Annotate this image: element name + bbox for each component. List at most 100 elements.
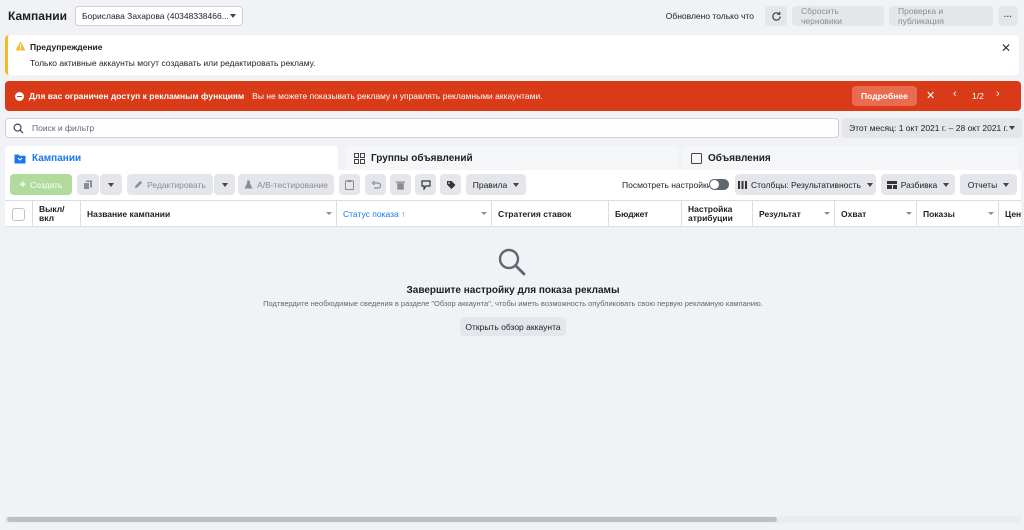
select-all-checkbox[interactable] — [12, 207, 25, 221]
open-account-overview-button[interactable]: Открыть обзор аккаунта — [460, 317, 566, 336]
search-bar — [5, 118, 839, 138]
clipboard-button[interactable] — [339, 174, 360, 195]
tab-ads[interactable]: Объявления — [682, 146, 1019, 170]
page-title: Кампании — [8, 9, 67, 23]
search-input[interactable] — [32, 123, 732, 133]
warning-banner: Предупреждение Только активные аккаунты … — [5, 35, 1019, 75]
review-publish-button[interactable]: Проверка и публикация — [889, 6, 993, 26]
chevron-down-icon — [221, 182, 228, 187]
breakdown-icon — [886, 180, 897, 189]
clipboard-icon — [345, 179, 354, 190]
close-icon[interactable]: ✕ — [926, 89, 935, 102]
column-header-campaign-name[interactable]: Название кампании — [81, 201, 337, 226]
ab-test-button[interactable]: A/B-тестирование — [238, 174, 334, 195]
column-header-toggle[interactable]: Выкл/ вкл — [33, 201, 81, 226]
column-label: Статус показа ↑ — [343, 208, 406, 219]
column-header-results[interactable]: Результат — [753, 201, 835, 226]
tag-button[interactable] — [440, 174, 461, 195]
columns-label: Столбцы: Результативность — [751, 179, 861, 190]
ad-icon — [691, 152, 702, 164]
column-header-attribution[interactable]: Настройка атрибуции — [682, 201, 753, 226]
tab-campaigns[interactable]: Кампании — [5, 146, 338, 170]
tab-label: Группы объявлений — [371, 152, 473, 164]
chevron-right-icon[interactable]: › — [996, 88, 1000, 100]
chevron-down-icon — [108, 182, 114, 187]
error-banner: Для вас ограничен доступ к рекламным фун… — [5, 81, 1021, 111]
tab-label: Кампании — [32, 152, 82, 164]
empty-heading: Завершите настройку для показа рекламы — [406, 285, 620, 296]
column-label: Результат — [759, 208, 801, 219]
updated-status: Обновлено только что — [665, 11, 754, 21]
account-name: Борислава Захарова (40348338466... — [81, 11, 229, 21]
error-title: Для вас ограничен доступ к рекламным фун… — [29, 91, 245, 101]
error-text: Вы не можете показывать рекламу и управл… — [252, 91, 543, 101]
chevron-down-icon — [1003, 182, 1010, 187]
banner-pager: 1/2 — [972, 91, 984, 101]
tab-ad-sets[interactable]: Группы объявлений — [345, 146, 679, 170]
scrollbar-thumb[interactable] — [7, 517, 777, 522]
undo-button[interactable] — [365, 174, 386, 195]
account-selector[interactable]: Борислава Захарова (40348338466... — [74, 6, 243, 26]
duplicate-button[interactable] — [77, 174, 99, 195]
chevron-down-icon — [513, 182, 520, 187]
edit-button[interactable]: Редактировать — [127, 174, 213, 195]
discard-drafts-button[interactable]: Сбросить черновики — [792, 6, 884, 26]
chevron-left-icon[interactable]: ‹ — [953, 88, 957, 100]
duplicate-dropdown[interactable] — [100, 174, 122, 195]
blocked-icon — [15, 91, 24, 101]
sort-icon — [481, 212, 487, 215]
column-label: Охват — [841, 208, 867, 219]
sort-icon — [326, 212, 332, 215]
pencil-icon — [135, 180, 143, 189]
create-button[interactable]: + Создать — [10, 174, 72, 195]
search-icon — [498, 248, 526, 276]
toolbar: + Создать Редактировать A/B-тестирование… — [5, 170, 1021, 200]
date-range-label: Этот месяц: 1 окт 2021 г. – 28 окт 2021 … — [849, 123, 1009, 133]
top-bar: Кампании Борислава Захарова (40348338466… — [0, 0, 1024, 32]
tag-icon — [446, 180, 455, 189]
breakdown-label: Разбивка — [900, 179, 938, 190]
more-button[interactable]: ··· — [998, 6, 1018, 26]
sort-icon — [988, 212, 994, 215]
grid-icon — [354, 152, 365, 164]
reports-button[interactable]: Отчеты — [960, 174, 1017, 195]
chevron-down-icon — [229, 14, 236, 18]
edit-dropdown[interactable] — [214, 174, 235, 195]
columns-button[interactable]: Столбцы: Результативность — [735, 174, 876, 195]
column-label: Показы — [923, 208, 955, 219]
column-header-delivery[interactable]: Статус показа ↑ — [337, 201, 492, 226]
empty-description: Подтвердите необходимые сведения в разде… — [263, 299, 763, 308]
ab-test-label: A/B-тестирование — [257, 179, 328, 190]
warning-text: Только активные аккаунты могут создавать… — [30, 58, 316, 68]
rules-button[interactable]: Правила — [466, 174, 526, 195]
date-range-picker[interactable]: Этот месяц: 1 окт 2021 г. – 28 окт 2021 … — [842, 118, 1022, 138]
tab-label: Объявления — [708, 152, 771, 164]
close-icon[interactable]: ✕ — [1001, 41, 1011, 55]
view-settings-label: Посмотреть настройки — [622, 180, 712, 190]
chevron-down-icon — [943, 182, 950, 187]
delete-button[interactable] — [390, 174, 411, 195]
mockup-button[interactable] — [415, 174, 436, 195]
view-settings-toggle[interactable] — [709, 179, 729, 190]
folder-icon — [14, 154, 26, 163]
empty-state: Завершите настройку для показа рекламы П… — [5, 227, 1021, 517]
chevron-down-icon — [1009, 126, 1015, 130]
column-header-reach[interactable]: Охват — [835, 201, 917, 226]
table-header: Выкл/ вкл Название кампании Статус показ… — [5, 200, 1021, 227]
duplicate-icon — [83, 180, 92, 190]
column-header-bid-strategy[interactable]: Стратегия ставок — [492, 201, 609, 226]
rules-label: Правила — [472, 179, 508, 190]
column-header-budget[interactable]: Бюджет — [609, 201, 682, 226]
flask-icon — [244, 180, 253, 189]
chevron-down-icon — [866, 182, 873, 187]
column-header-impressions[interactable]: Показы — [917, 201, 999, 226]
column-header-cost[interactable]: Цена — [999, 201, 1021, 226]
horizontal-scrollbar[interactable] — [5, 516, 1021, 523]
level-tabs: Кампании Группы объявлений Объявления — [5, 146, 1019, 170]
refresh-button[interactable] — [765, 6, 787, 26]
breakdown-button[interactable]: Разбивка — [881, 174, 955, 195]
columns-icon — [738, 180, 748, 189]
flag-icon — [420, 179, 431, 190]
learn-more-button[interactable]: Подробнее — [852, 86, 917, 106]
sort-icon — [824, 212, 830, 215]
